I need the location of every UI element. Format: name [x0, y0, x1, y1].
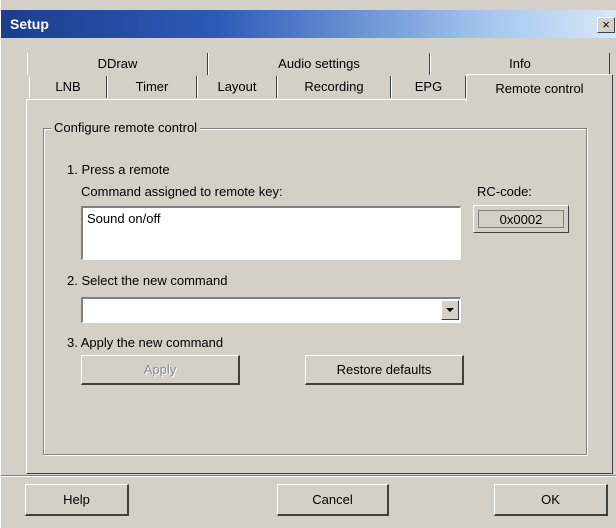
tab-timer[interactable]: Timer [107, 76, 197, 98]
step1-label: 1. Press a remote [67, 162, 170, 177]
cancel-button[interactable]: Cancel [277, 484, 389, 516]
tab-lnb-label: LNB [55, 79, 81, 94]
tab-epg-label: EPG [414, 79, 443, 94]
step3-label: 3. Apply the new command [67, 335, 224, 350]
command-select[interactable] [81, 297, 461, 323]
tab-ddraw-label: DDraw [97, 56, 138, 71]
command-textbox[interactable]: Sound on/off [81, 206, 461, 260]
tab-strip-divider [26, 99, 467, 100]
configure-remote-groupbox [43, 128, 587, 455]
tab-timer-label: Timer [135, 79, 169, 94]
apply-button[interactable]: Apply [81, 355, 240, 385]
tab-recording[interactable]: Recording [277, 76, 391, 98]
tab-layout[interactable]: Layout [197, 76, 277, 98]
command-value: Sound on/off [87, 211, 161, 226]
tab-info[interactable]: Info [430, 53, 610, 75]
tab-epg[interactable]: EPG [391, 76, 466, 98]
close-button[interactable]: × [597, 17, 615, 33]
window-title: Setup [10, 16, 49, 32]
tab-lnb[interactable]: LNB [29, 76, 107, 98]
chevron-down-icon[interactable] [441, 300, 459, 320]
rc-code-label: RC-code: [477, 184, 532, 199]
group-title: Configure remote control [51, 120, 201, 135]
tab-audio-settings[interactable]: Audio settings [208, 53, 430, 75]
tab-recording-label: Recording [304, 79, 364, 94]
setup-dialog: Setup × DDraw Audio settings Info LNB Ti… [0, 0, 616, 528]
step2-label: 2. Select the new command [67, 273, 228, 288]
footer-divider-highlight [1, 476, 616, 477]
tab-layout-label: Layout [217, 79, 257, 94]
restore-defaults-button[interactable]: Restore defaults [305, 355, 464, 385]
help-button[interactable]: Help [25, 484, 129, 516]
command-label: Command assigned to remote key: [81, 184, 283, 199]
title-bar: Setup × [1, 10, 616, 38]
tab-remote-control[interactable]: Remote control [466, 74, 613, 102]
tab-remote-control-label: Remote control [495, 81, 584, 96]
tab-ddraw[interactable]: DDraw [27, 53, 208, 75]
rc-code-value: 0x0002 [478, 210, 564, 228]
tab-audio-settings-label: Audio settings [278, 56, 360, 71]
ok-button[interactable]: OK [494, 484, 608, 516]
tab-info-label: Info [509, 56, 531, 71]
rc-code-display: 0x0002 [473, 205, 569, 233]
